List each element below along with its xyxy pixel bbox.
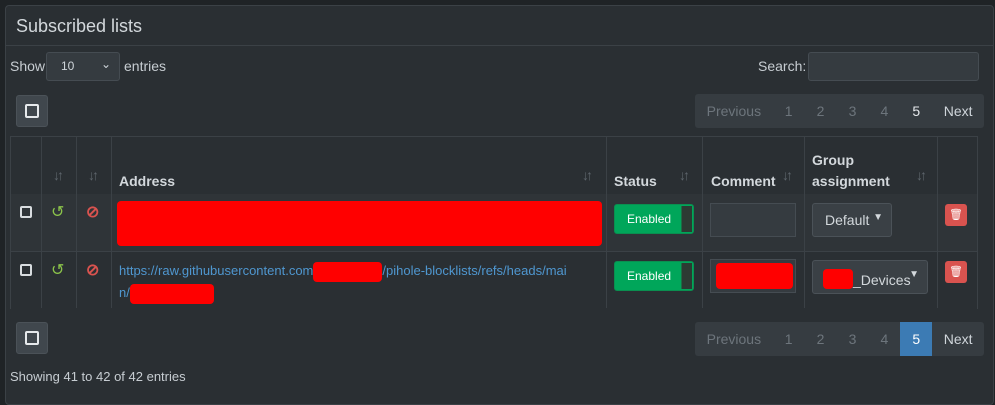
table-header: ↓↑ ↓↑ Address ↓↑ Status ↓↑ Comment ↓↑ Gr… bbox=[11, 137, 977, 195]
next-button[interactable]: Next bbox=[932, 94, 984, 128]
table-info: Showing 41 to 42 of 42 entries bbox=[10, 369, 186, 384]
column-divider bbox=[606, 137, 607, 308]
redacted-comment bbox=[716, 263, 793, 289]
header-group-line1[interactable]: Group bbox=[812, 152, 854, 168]
comment-input[interactable] bbox=[710, 259, 796, 293]
page-4-button[interactable]: 4 bbox=[868, 322, 900, 356]
header-comment[interactable]: Comment bbox=[711, 173, 776, 189]
page-3-button[interactable]: 3 bbox=[837, 94, 869, 128]
lists-table: ↓↑ ↓↑ Address ↓↑ Status ↓↑ Comment ↓↑ Gr… bbox=[10, 136, 978, 309]
ban-icon[interactable]: ⊘ bbox=[86, 202, 99, 222]
group-assignment-dropdown[interactable]: _Devices ▼ bbox=[812, 260, 928, 294]
column-divider bbox=[111, 137, 112, 308]
trash-icon: 🗑 bbox=[949, 209, 963, 221]
column-divider bbox=[76, 137, 77, 308]
sort-icon[interactable]: ↓↑ bbox=[916, 167, 927, 183]
page-5-button[interactable]: 5 bbox=[900, 94, 932, 128]
status-toggle[interactable]: Enabled bbox=[614, 204, 694, 234]
address-part-3: n/ bbox=[119, 285, 130, 300]
page-2-button[interactable]: 2 bbox=[805, 322, 837, 356]
status-label: Enabled bbox=[627, 212, 672, 226]
page-1-button[interactable]: 1 bbox=[773, 322, 805, 356]
panel-title: Subscribed lists bbox=[6, 6, 993, 46]
status-toggle[interactable]: Enabled bbox=[614, 261, 694, 291]
redacted-segment bbox=[129, 283, 214, 304]
sort-icon[interactable]: ↓↑ bbox=[782, 167, 793, 183]
header-group-line2[interactable]: assignment bbox=[812, 173, 890, 189]
trash-icon: 🗑 bbox=[949, 266, 963, 278]
entries-per-page-select[interactable]: 10 ⌄ bbox=[46, 52, 120, 81]
page-3-button[interactable]: 3 bbox=[837, 322, 869, 356]
show-label: Show bbox=[10, 58, 46, 74]
redacted-segment bbox=[313, 261, 383, 282]
select-all-button-top[interactable] bbox=[16, 95, 48, 127]
header-address[interactable]: Address bbox=[119, 173, 175, 189]
address-part-1: https://raw.githubusercontent.com bbox=[119, 263, 314, 278]
sort-icon[interactable]: ↓↑ bbox=[88, 167, 99, 183]
address-link[interactable]: https://raw.githubusercontent.com/pihole… bbox=[119, 260, 589, 304]
history-icon[interactable]: ↺ bbox=[51, 202, 64, 222]
chevron-down-icon: ⌄ bbox=[100, 57, 111, 71]
page-5-button[interactable]: 5 bbox=[900, 322, 933, 356]
toggle-knob bbox=[681, 206, 692, 232]
sort-icon[interactable]: ↓↑ bbox=[53, 167, 64, 183]
delete-button[interactable]: 🗑 bbox=[945, 204, 967, 226]
page-2-button[interactable]: 2 bbox=[805, 94, 837, 128]
redacted-address bbox=[117, 201, 602, 246]
previous-button[interactable]: Previous bbox=[695, 322, 773, 356]
address-part-2: /pihole-blocklists/refs/heads/mai bbox=[382, 263, 567, 278]
status-label: Enabled bbox=[627, 269, 672, 283]
pagination-top: Previous 1 2 3 4 5 Next bbox=[695, 94, 984, 128]
group-value: _Devices bbox=[853, 272, 911, 288]
search-label: Search: bbox=[758, 58, 807, 74]
group-assignment-dropdown[interactable]: Default ▼ bbox=[812, 203, 892, 237]
column-divider bbox=[41, 137, 42, 308]
sort-icon[interactable]: ↓↑ bbox=[679, 167, 690, 183]
comment-input[interactable] bbox=[710, 203, 796, 237]
header-status[interactable]: Status bbox=[614, 173, 657, 189]
table-row: ↺ ⊘ https://raw.githubusercontent.com/pi… bbox=[11, 252, 977, 309]
sort-icon[interactable]: ↓↑ bbox=[582, 167, 593, 183]
previous-button[interactable]: Previous bbox=[695, 94, 773, 128]
entries-label: entries bbox=[124, 58, 167, 74]
column-divider bbox=[804, 137, 805, 308]
pagination-bottom: Previous 1 2 3 4 5 Next bbox=[695, 322, 984, 356]
column-divider bbox=[702, 137, 703, 308]
caret-down-icon: ▼ bbox=[873, 212, 883, 223]
select-all-button-bottom[interactable] bbox=[16, 322, 48, 354]
history-icon[interactable]: ↺ bbox=[51, 260, 64, 280]
checkbox-icon bbox=[25, 331, 39, 345]
checkbox-icon bbox=[25, 104, 39, 118]
toggle-knob bbox=[681, 263, 692, 289]
row-checkbox[interactable] bbox=[20, 206, 32, 218]
delete-button[interactable]: 🗑 bbox=[945, 261, 967, 283]
ban-icon[interactable]: ⊘ bbox=[86, 260, 99, 280]
page-4-button[interactable]: 4 bbox=[868, 94, 900, 128]
redacted-segment bbox=[823, 269, 853, 289]
search-input[interactable] bbox=[808, 52, 979, 81]
entries-per-page-value: 10 bbox=[61, 59, 75, 73]
table-row: ↺ ⊘ Enabled Default ▼ 🗑 bbox=[11, 194, 977, 252]
group-value: Default bbox=[825, 212, 870, 228]
caret-down-icon: ▼ bbox=[909, 269, 919, 280]
column-divider bbox=[937, 137, 938, 308]
page-1-button[interactable]: 1 bbox=[773, 94, 805, 128]
row-checkbox[interactable] bbox=[20, 264, 32, 276]
next-button[interactable]: Next bbox=[932, 322, 984, 356]
